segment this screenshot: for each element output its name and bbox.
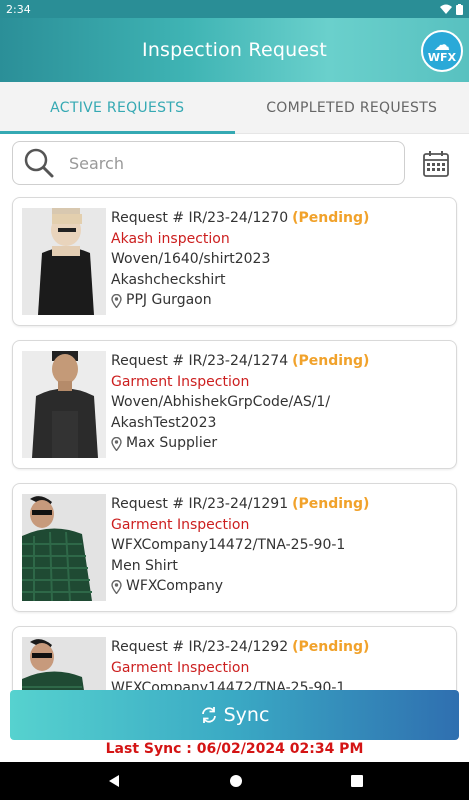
product-thumbnail bbox=[22, 637, 106, 690]
status-badge: (Pending) bbox=[292, 639, 370, 655]
back-icon[interactable] bbox=[107, 774, 121, 788]
style-code: Woven/1640/shirt2023 bbox=[111, 251, 271, 268]
inspection-type: Garment Inspection bbox=[111, 516, 250, 533]
wifi-icon bbox=[440, 4, 452, 14]
logo-text: WFX bbox=[427, 51, 457, 64]
style-name: Men Shirt bbox=[111, 557, 178, 574]
location-pin-icon bbox=[111, 579, 122, 594]
request-card[interactable]: Request # IR/23-24/1270 (Pending) Akash i… bbox=[12, 197, 457, 326]
status-badge: (Pending) bbox=[292, 496, 370, 512]
request-number: Request # IR/23-24/1291 bbox=[111, 496, 289, 512]
sync-icon bbox=[201, 707, 216, 723]
status-time: 2:34 bbox=[6, 2, 31, 16]
request-card[interactable]: Request # IR/23-24/1291 (Pending) Garment… bbox=[12, 483, 457, 612]
request-card[interactable]: Request # IR/23-24/1292 (Pending) Garment… bbox=[12, 626, 457, 690]
status-badge: (Pending) bbox=[292, 210, 370, 226]
battery-icon bbox=[456, 3, 463, 15]
location-text: WFXCompany bbox=[126, 578, 224, 595]
cloud-icon: ☁ bbox=[434, 35, 450, 54]
system-nav-bar bbox=[0, 762, 469, 800]
sync-button[interactable]: Sync bbox=[10, 690, 459, 740]
inspection-type: Akash inspection bbox=[111, 230, 230, 247]
search-box bbox=[12, 141, 405, 185]
inspection-type: Garment Inspection bbox=[111, 659, 250, 676]
location-pin-icon bbox=[111, 293, 122, 308]
sync-label: Sync bbox=[223, 704, 270, 726]
request-list: Request # IR/23-24/1270 (Pending) Akash i… bbox=[0, 193, 469, 690]
tab-completed-requests[interactable]: COMPLETED REQUESTS bbox=[235, 82, 469, 133]
product-thumbnail bbox=[22, 351, 106, 458]
recents-icon[interactable] bbox=[350, 775, 363, 787]
product-thumbnail bbox=[22, 208, 106, 315]
request-tabs: ACTIVE REQUESTS COMPLETED REQUESTS bbox=[0, 82, 469, 134]
location-pin-icon bbox=[111, 436, 122, 451]
last-sync-text: Last Sync : 06/02/2024 02:34 PM bbox=[105, 741, 364, 757]
calendar-icon[interactable] bbox=[422, 150, 450, 178]
inspection-type: Garment Inspection bbox=[111, 373, 250, 390]
status-badge: (Pending) bbox=[292, 353, 370, 369]
app-bar: Inspection Request ☁ WFX bbox=[0, 18, 469, 82]
style-code: WFXCompany14472/TNA-25-90-1 bbox=[111, 680, 346, 690]
wfx-logo: ☁ WFX bbox=[421, 30, 463, 72]
request-number: Request # IR/23-24/1292 bbox=[111, 639, 289, 655]
product-thumbnail bbox=[22, 494, 106, 601]
location-text: Max Supplier bbox=[126, 435, 218, 452]
location-text: PPJ Gurgaon bbox=[126, 292, 212, 309]
request-number: Request # IR/23-24/1274 bbox=[111, 353, 289, 369]
page-title: Inspection Request bbox=[142, 39, 327, 61]
request-number: Request # IR/23-24/1270 bbox=[111, 210, 289, 226]
style-name: Akashcheckshirt bbox=[111, 271, 226, 288]
search-icon bbox=[24, 148, 54, 178]
search-input[interactable] bbox=[69, 153, 349, 173]
style-code: Woven/AbhishekGrpCode/AS/1/ bbox=[111, 394, 331, 411]
tab-active-requests[interactable]: ACTIVE REQUESTS bbox=[0, 82, 235, 134]
style-name: AkashTest2023 bbox=[111, 414, 217, 431]
home-icon[interactable] bbox=[229, 774, 243, 788]
status-bar: 2:34 bbox=[0, 0, 469, 18]
style-code: WFXCompany14472/TNA-25-90-1 bbox=[111, 537, 346, 554]
request-card[interactable]: Request # IR/23-24/1274 (Pending) Garment… bbox=[12, 340, 457, 469]
